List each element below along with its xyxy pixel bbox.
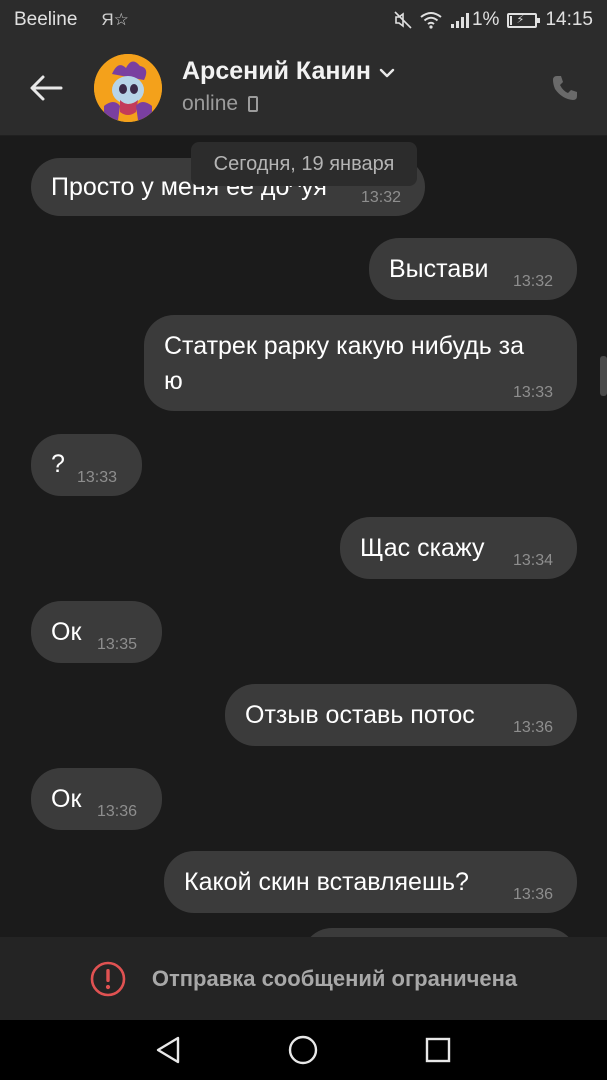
message-text: Статрек рарку какую нибудь за ю	[164, 332, 525, 395]
nav-home-button[interactable]	[285, 1032, 321, 1068]
warning-circle-icon	[90, 961, 126, 996]
contact-name: Арсений Канин	[182, 57, 371, 85]
mute-icon	[394, 11, 412, 29]
message-outgoing[interactable]: Щас скажу 13:34	[340, 517, 577, 579]
status-left: Beeline Я☆	[14, 9, 129, 31]
scrollbar-thumb[interactable]	[600, 356, 607, 396]
battery-level	[510, 15, 513, 25]
message-text: Выстави	[389, 255, 489, 283]
recents-square-icon	[425, 1037, 451, 1063]
status-right: 1% ⚡ 14:15	[386, 9, 593, 31]
message-time: 13:36	[513, 719, 554, 736]
contact-status: online	[182, 92, 259, 116]
nav-recents-button[interactable]	[420, 1032, 456, 1068]
message-time: 13:33	[77, 469, 118, 486]
call-button[interactable]	[545, 68, 585, 108]
chat-header: Арсений Канин online	[0, 42, 607, 136]
status-time: 14:15	[545, 9, 593, 30]
battery-percent: 1%	[471, 9, 500, 30]
message-list[interactable]: Сегодня, 19 января Просто у меня ее до^у…	[0, 136, 607, 937]
contact-name-dropdown[interactable]: Арсений Канин	[182, 57, 395, 86]
message-time: 13:36	[97, 803, 138, 820]
message-time: 13:36	[513, 886, 554, 903]
mobile-device-icon	[248, 96, 259, 112]
battery-icon: ⚡	[507, 12, 541, 28]
message-outgoing[interactable]: Выстави 13:32	[369, 238, 577, 300]
arrow-left-icon	[30, 75, 63, 101]
message-time: 13:33	[513, 384, 554, 401]
chevron-down-icon	[379, 68, 395, 78]
home-circle-icon	[288, 1035, 318, 1065]
message-text: Какой скин вставляешь?	[184, 868, 469, 896]
message-time: 13:34	[513, 552, 554, 569]
back-triangle-icon	[156, 1036, 180, 1064]
message-outgoing-partial[interactable]	[302, 928, 577, 937]
message-text: Ок	[51, 785, 82, 813]
online-status: online	[182, 92, 239, 115]
message-time: 13:32	[513, 273, 554, 290]
phone-icon	[553, 76, 577, 100]
message-outgoing[interactable]: Какой скин вставляешь? 13:36	[164, 851, 577, 913]
back-button[interactable]	[26, 68, 66, 108]
system-navigation-bar	[0, 1020, 607, 1080]
charging-bolt-icon: ⚡	[516, 13, 525, 26]
wifi-icon	[420, 12, 442, 29]
message-text: ?	[51, 450, 65, 478]
message-text: Щас скажу	[360, 534, 485, 562]
message-incoming[interactable]: Ок 13:35	[31, 601, 162, 663]
vk-indicator-icon: Я☆	[101, 10, 129, 29]
message-text: Отзыв оставь потос	[245, 701, 475, 729]
nav-back-button[interactable]	[150, 1032, 186, 1068]
message-text: Ок	[51, 618, 82, 646]
message-incoming[interactable]: ? 13:33	[31, 434, 142, 496]
avatar[interactable]	[94, 54, 162, 122]
message-time: 13:32	[361, 189, 402, 206]
message-outgoing[interactable]: Статрек рарку какую нибудь за ю 13:33	[144, 315, 577, 411]
message-outgoing[interactable]: Отзыв оставь потос 13:36	[225, 684, 577, 746]
message-time: 13:35	[97, 636, 138, 653]
message-incoming[interactable]: Ок 13:36	[31, 768, 162, 830]
status-bar: Beeline Я☆ 1% ⚡ 14:15	[0, 0, 607, 42]
signal-icon	[450, 13, 469, 28]
messaging-restricted-banner: Отправка сообщений ограничена	[0, 937, 607, 1020]
date-separator: Сегодня, 19 января	[191, 142, 417, 186]
carrier-name: Beeline	[14, 9, 78, 30]
avatar-image	[94, 54, 162, 122]
restriction-message: Отправка сообщений ограничена	[151, 965, 518, 991]
